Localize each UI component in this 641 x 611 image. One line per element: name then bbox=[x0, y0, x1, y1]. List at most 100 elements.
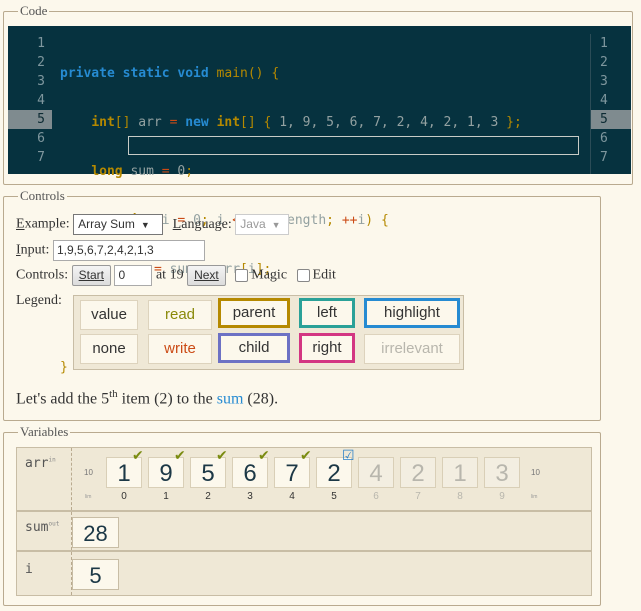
start-button-label: Start bbox=[78, 268, 104, 282]
chevron-down-icon: ▼ bbox=[271, 220, 281, 230]
legend-item-none: none bbox=[80, 334, 138, 364]
example-row: Example: Array Sum ▼ Language: Java ▼ bbox=[16, 214, 290, 235]
line-number: 6 bbox=[37, 131, 45, 146]
line-number: 1 bbox=[600, 36, 608, 51]
code-line-1: private static void main() { bbox=[60, 66, 280, 81]
arr-name: arrin bbox=[25, 456, 56, 471]
arr-cell: 4 bbox=[358, 457, 394, 488]
line-number: 1 bbox=[37, 36, 45, 51]
code-panel-title: Code bbox=[18, 3, 50, 19]
message-mid: item (2) to the bbox=[117, 390, 217, 408]
arr-length-right: 10 bbox=[531, 468, 540, 477]
sum-name: sumout bbox=[25, 520, 59, 535]
legend-item-right: right bbox=[299, 333, 355, 363]
legend-item-write: write bbox=[148, 334, 212, 364]
read-check-icon: ✔ bbox=[258, 448, 270, 464]
message-post: (28). bbox=[243, 390, 279, 408]
line-number: 2 bbox=[600, 55, 608, 70]
input-field[interactable]: 1,9,5,6,7,2,4,2,1,3 bbox=[52, 240, 205, 261]
variables-panel-title: Variables bbox=[18, 424, 71, 440]
step-input[interactable]: 0 bbox=[114, 265, 153, 286]
language-select-value: Java bbox=[240, 217, 266, 231]
next-button-label: Next bbox=[194, 268, 219, 282]
line-number: 3 bbox=[37, 74, 45, 89]
line-number: 3 bbox=[600, 74, 608, 89]
arr-index: 7 bbox=[415, 491, 421, 502]
language-select: Java ▼ bbox=[235, 214, 290, 235]
arr-index: 8 bbox=[457, 491, 463, 502]
arr-variable-row: arrin 10 lim 10 lim 1 0 ✔ 9 1 ✔ 5 2 ✔ 6 3 ✔ 7 4 ✔ 2 5 ☑ 4 6… bbox=[16, 447, 592, 511]
message-pre: Let's add the 5 bbox=[16, 390, 110, 408]
legend-box: value read parent left highlight none write chi… bbox=[73, 295, 464, 370]
code-line-3: long sum = 0; bbox=[91, 164, 194, 179]
arr-index: 1 bbox=[163, 491, 169, 502]
arr-cell: 2 bbox=[400, 457, 436, 488]
line-number: 4 bbox=[600, 93, 608, 108]
arr-length-left: 10 bbox=[84, 468, 93, 477]
read-check-icon: ✔ bbox=[174, 448, 186, 464]
line-number: 6 bbox=[600, 131, 608, 146]
step-message: Let's add the 5th item (2) to the sum (2… bbox=[16, 388, 278, 408]
read-check-icon: ✔ bbox=[300, 448, 312, 464]
line-number: 7 bbox=[600, 150, 608, 165]
line-number: 2 bbox=[37, 55, 45, 70]
name-divider bbox=[71, 448, 72, 510]
legend-item-left: left bbox=[299, 298, 355, 328]
example-select-value: Array Sum bbox=[78, 217, 135, 231]
arr-cell: 1 bbox=[442, 457, 478, 488]
code-editor[interactable]: 1 2 3 4 5 6 7 1 2 3 4 5 6 7 private static void main… bbox=[8, 26, 631, 375]
input-row: Input: 1,9,5,6,7,2,4,2,1,3 bbox=[16, 240, 205, 261]
legend-label: Legend: bbox=[16, 293, 62, 308]
line-number: 4 bbox=[37, 93, 45, 108]
edit-checkbox[interactable] bbox=[296, 269, 310, 282]
i-variable-row: i 5 bbox=[16, 551, 592, 596]
sum-name-text: sum bbox=[25, 520, 49, 535]
arr-index: 5 bbox=[331, 491, 337, 502]
arr-name-text: arr bbox=[25, 456, 49, 471]
message-sup: th bbox=[109, 388, 118, 400]
code-line-2: int[] arr = new int[] { 1, 9, 5, 6, 7, 2… bbox=[91, 115, 522, 130]
line-number: 5 bbox=[600, 110, 631, 129]
chevron-down-icon: ▼ bbox=[140, 220, 150, 230]
sum-value: 28 bbox=[72, 517, 119, 548]
legend-item-irrelevant: irrelevant bbox=[364, 334, 460, 364]
legend-item-child: child bbox=[218, 333, 290, 363]
example-label: Example: bbox=[16, 216, 70, 232]
magic-label: Magic bbox=[251, 267, 288, 283]
arr-index: 3 bbox=[247, 491, 253, 502]
line-gutter-right: 1 2 3 4 5 6 7 bbox=[590, 34, 631, 174]
legend-item-parent: parent bbox=[218, 298, 290, 328]
start-button[interactable]: Start bbox=[71, 265, 111, 286]
legend-item-value: value bbox=[80, 300, 138, 330]
line-number: 5 bbox=[8, 110, 52, 129]
sum-variable-row: sumout 28 bbox=[16, 511, 592, 551]
i-name: i bbox=[25, 562, 33, 577]
legend-item-highlight: highlight bbox=[364, 298, 460, 328]
line-gutter-left: 1 2 3 4 5 6 7 bbox=[8, 34, 52, 167]
controls-label: Controls: bbox=[16, 267, 69, 283]
legend-item-read: read bbox=[148, 300, 212, 330]
arr-index: 6 bbox=[373, 491, 379, 502]
arr-index: 4 bbox=[289, 491, 295, 502]
edit-label: Edit bbox=[312, 267, 336, 283]
input-label: Input: bbox=[16, 242, 50, 258]
message-sum-link[interactable]: sum bbox=[217, 390, 244, 407]
arr-cell: 3 bbox=[484, 457, 520, 488]
language-label: Language: bbox=[172, 216, 232, 232]
controls-row: Controls: Start 0 at 19 Next Magic Edit bbox=[16, 265, 336, 286]
line-number: 7 bbox=[37, 150, 45, 165]
current-read-check-icon: ☑ bbox=[342, 448, 355, 464]
arr-index: 9 bbox=[499, 491, 505, 502]
sum-name-sup: out bbox=[48, 520, 60, 528]
arr-name-sup: in bbox=[48, 456, 56, 464]
i-value: 5 bbox=[72, 559, 119, 590]
arr-index: 2 bbox=[205, 491, 211, 502]
next-button[interactable]: Next bbox=[187, 265, 226, 286]
controls-panel-title: Controls bbox=[18, 188, 67, 204]
read-check-icon: ✔ bbox=[216, 448, 228, 464]
arr-lim-left: lim bbox=[85, 494, 92, 500]
step-position-text: at 19 bbox=[155, 267, 184, 283]
arr-index: 0 bbox=[121, 491, 127, 502]
magic-checkbox[interactable] bbox=[235, 269, 249, 282]
example-select[interactable]: Array Sum ▼ bbox=[73, 214, 164, 235]
